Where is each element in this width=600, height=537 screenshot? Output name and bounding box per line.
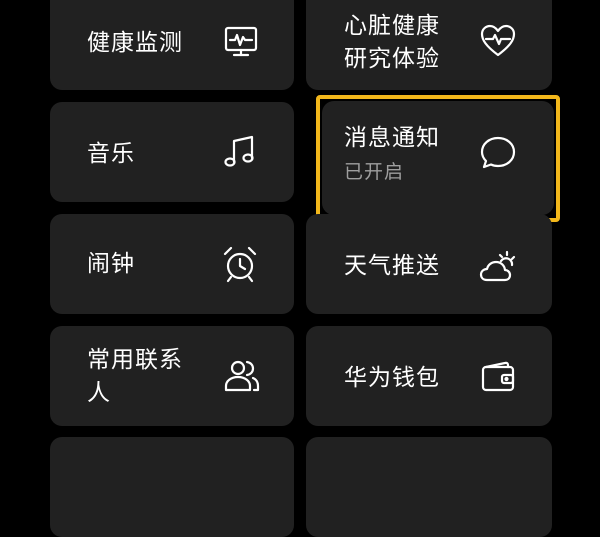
tile-music[interactable]: 音乐 bbox=[50, 102, 294, 202]
tile-label-line1: 心脏健康 bbox=[344, 13, 440, 39]
tile-label: 消息通知 bbox=[344, 125, 440, 151]
tile-contacts[interactable]: 常用联系 人 bbox=[50, 326, 294, 426]
tile-label: 健康监测 bbox=[87, 30, 183, 56]
contacts-icon bbox=[222, 356, 262, 396]
monitor-waveform-icon bbox=[221, 22, 261, 62]
tile-label-line2: 人 bbox=[87, 380, 111, 406]
tile-health-monitor[interactable]: 健康监测 bbox=[50, 0, 294, 90]
tile-label-line1: 常用联系 bbox=[87, 347, 183, 373]
alarm-clock-icon bbox=[220, 244, 260, 284]
tile-weather[interactable]: 天气推送 bbox=[306, 214, 552, 314]
tile-alarm[interactable]: 闹钟 bbox=[50, 214, 294, 314]
tile-label: 华为钱包 bbox=[344, 365, 440, 391]
wallet-icon bbox=[478, 358, 518, 398]
heart-pulse-icon bbox=[478, 21, 518, 61]
tile-label: 天气推送 bbox=[344, 253, 440, 279]
tile-label-line2: 研究体验 bbox=[344, 46, 440, 72]
chat-bubble-icon bbox=[478, 133, 518, 173]
tile-label: 闹钟 bbox=[87, 251, 135, 277]
tile-notifications[interactable]: 消息通知 已开启 bbox=[322, 101, 554, 215]
tile-label: 音乐 bbox=[87, 141, 135, 167]
tile-status: 已开启 bbox=[344, 161, 405, 183]
tile-wallet[interactable]: 华为钱包 bbox=[306, 326, 552, 426]
tile-partial-left[interactable] bbox=[50, 437, 294, 537]
tile-partial-right[interactable] bbox=[306, 437, 552, 537]
weather-cloud-sun-icon bbox=[477, 248, 517, 288]
tile-heart-health[interactable]: 心脏健康 研究体验 bbox=[306, 0, 552, 90]
music-note-icon bbox=[220, 132, 260, 172]
